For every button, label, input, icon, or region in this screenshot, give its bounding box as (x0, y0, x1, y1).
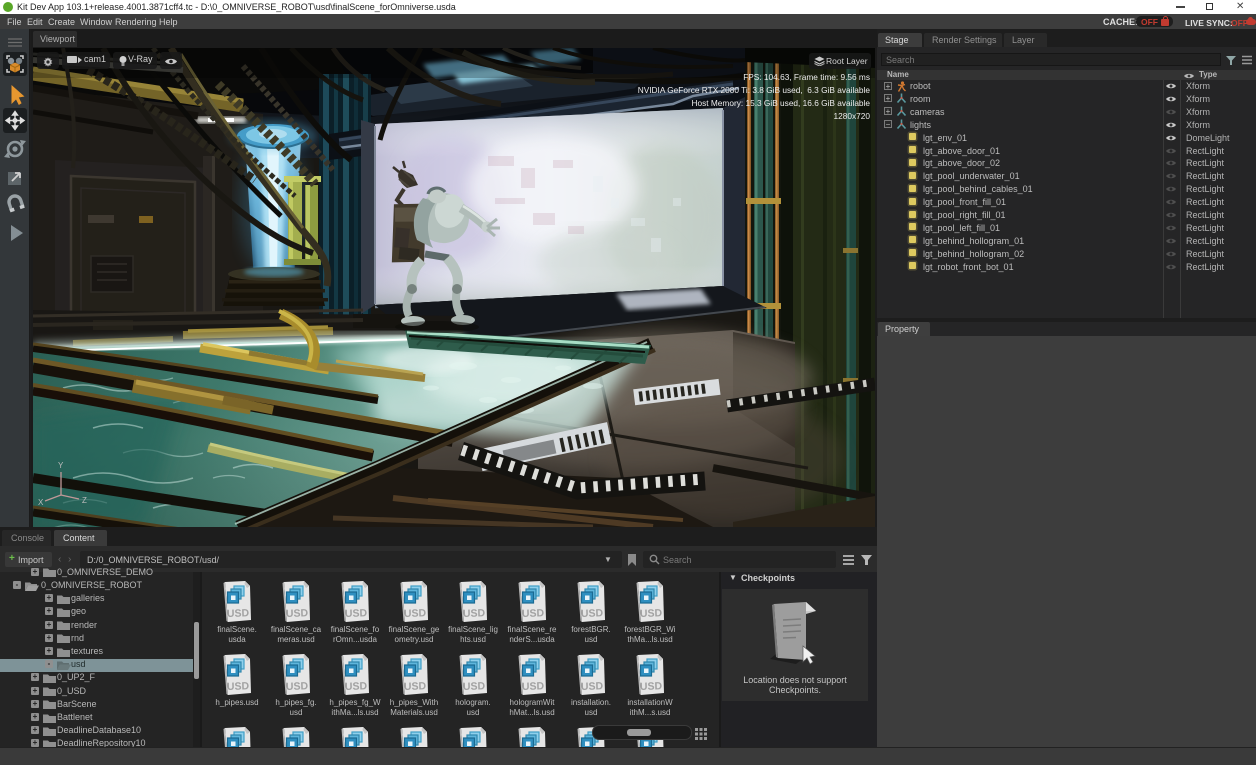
svg-text:Z: Z (82, 496, 87, 505)
svg-text:Y: Y (58, 461, 64, 470)
svg-text:X: X (38, 498, 44, 507)
